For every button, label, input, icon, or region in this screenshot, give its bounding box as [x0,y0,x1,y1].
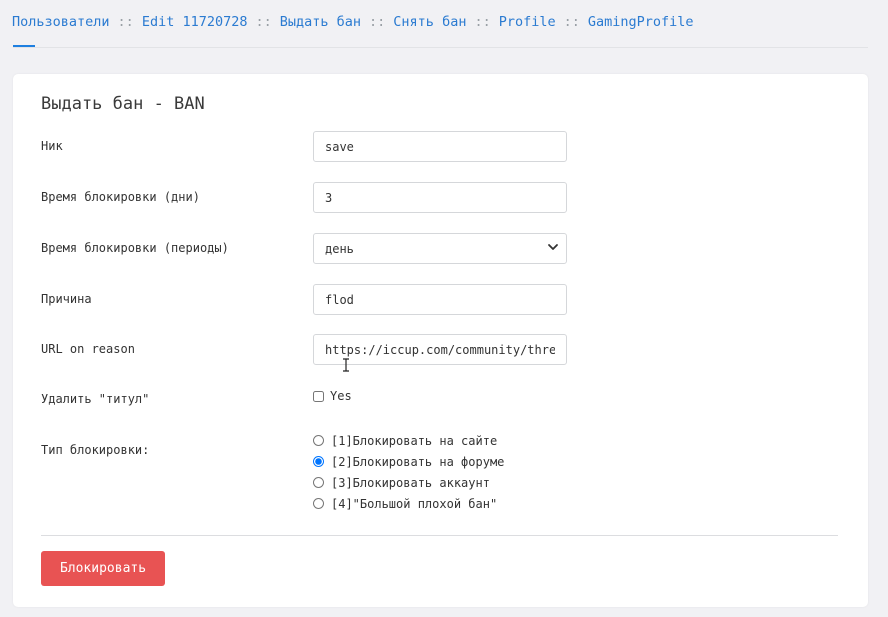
breadcrumb-gaming-profile[interactable]: GamingProfile [588,14,694,30]
breadcrumb-unban[interactable]: Снять бан [393,14,466,30]
ban-type-option-label: [1]Блокировать на сайте [331,433,498,448]
breadcrumb-separator: :: [255,14,272,30]
ban-type-radio-group: [1]Блокировать на сайте [2]Блокировать н… [313,430,504,514]
ban-type-radio-big-ban[interactable] [313,498,324,509]
days-row: Время блокировки (дни) [41,182,567,214]
ban-type-option-label: [2]Блокировать на форуме [331,454,505,469]
days-label: Время блокировки (дни) [41,190,200,204]
breadcrumb-divider [13,47,868,48]
breadcrumb-separator: :: [369,14,386,30]
ban-type-option-label: [3]Блокировать аккаунт [331,475,490,490]
ban-type-radio-forum[interactable] [313,456,324,467]
block-button[interactable]: Блокировать [41,551,165,586]
url-row: URL on reason [41,334,567,366]
ban-type-label: Тип блокировки: [41,443,150,457]
form-title: Выдать бан - BAN [41,94,205,114]
form-divider [41,535,838,536]
ban-type-radio-account[interactable] [313,477,324,488]
url-input[interactable] [313,334,567,365]
period-label: Время блокировки (периоды) [41,241,229,255]
remove-title-option[interactable]: Yes [313,389,352,403]
ban-type-option-big-ban[interactable]: [4]"Большой плохой бан" [313,493,504,514]
reason-row: Причина [41,284,567,316]
ban-type-option-site[interactable]: [1]Блокировать на сайте [313,430,504,451]
nick-row: Ник [41,131,567,163]
ban-type-option-account[interactable]: [3]Блокировать аккаунт [313,472,504,493]
remove-title-checkbox[interactable] [313,390,324,402]
breadcrumb-edit-user[interactable]: Edit 11720728 [142,14,248,30]
breadcrumb: Пользователи :: Edit 11720728 :: Выдать … [12,14,694,30]
remove-title-row: Удалить "титул" Yes [41,384,567,416]
days-input[interactable] [313,182,567,213]
breadcrumb-profile[interactable]: Profile [499,14,556,30]
period-row: Время блокировки (периоды) день [41,233,567,265]
period-select[interactable]: день [313,233,567,264]
ban-type-row: Тип блокировки: [1]Блокировать на сайте … [41,434,567,525]
reason-label: Причина [41,292,92,306]
ban-type-radio-site[interactable] [313,435,324,446]
remove-title-checkbox-label: Yes [330,389,352,403]
breadcrumb-separator: :: [117,14,134,30]
url-label: URL on reason [41,342,135,356]
remove-title-label: Удалить "титул" [41,392,150,406]
breadcrumb-separator: :: [474,14,491,30]
breadcrumb-users[interactable]: Пользователи [12,14,110,30]
breadcrumb-separator: :: [563,14,580,30]
text-cursor-icon [343,358,349,372]
nick-label: Ник [41,139,63,153]
ban-type-option-forum[interactable]: [2]Блокировать на форуме [313,451,504,472]
reason-input[interactable] [313,284,567,315]
nick-input[interactable] [313,131,567,162]
ban-type-option-label: [4]"Большой плохой бан" [331,496,498,511]
breadcrumb-ban[interactable]: Выдать бан [280,14,361,30]
ban-form-card: Выдать бан - BAN Ник Время блокировки (д… [13,74,868,607]
